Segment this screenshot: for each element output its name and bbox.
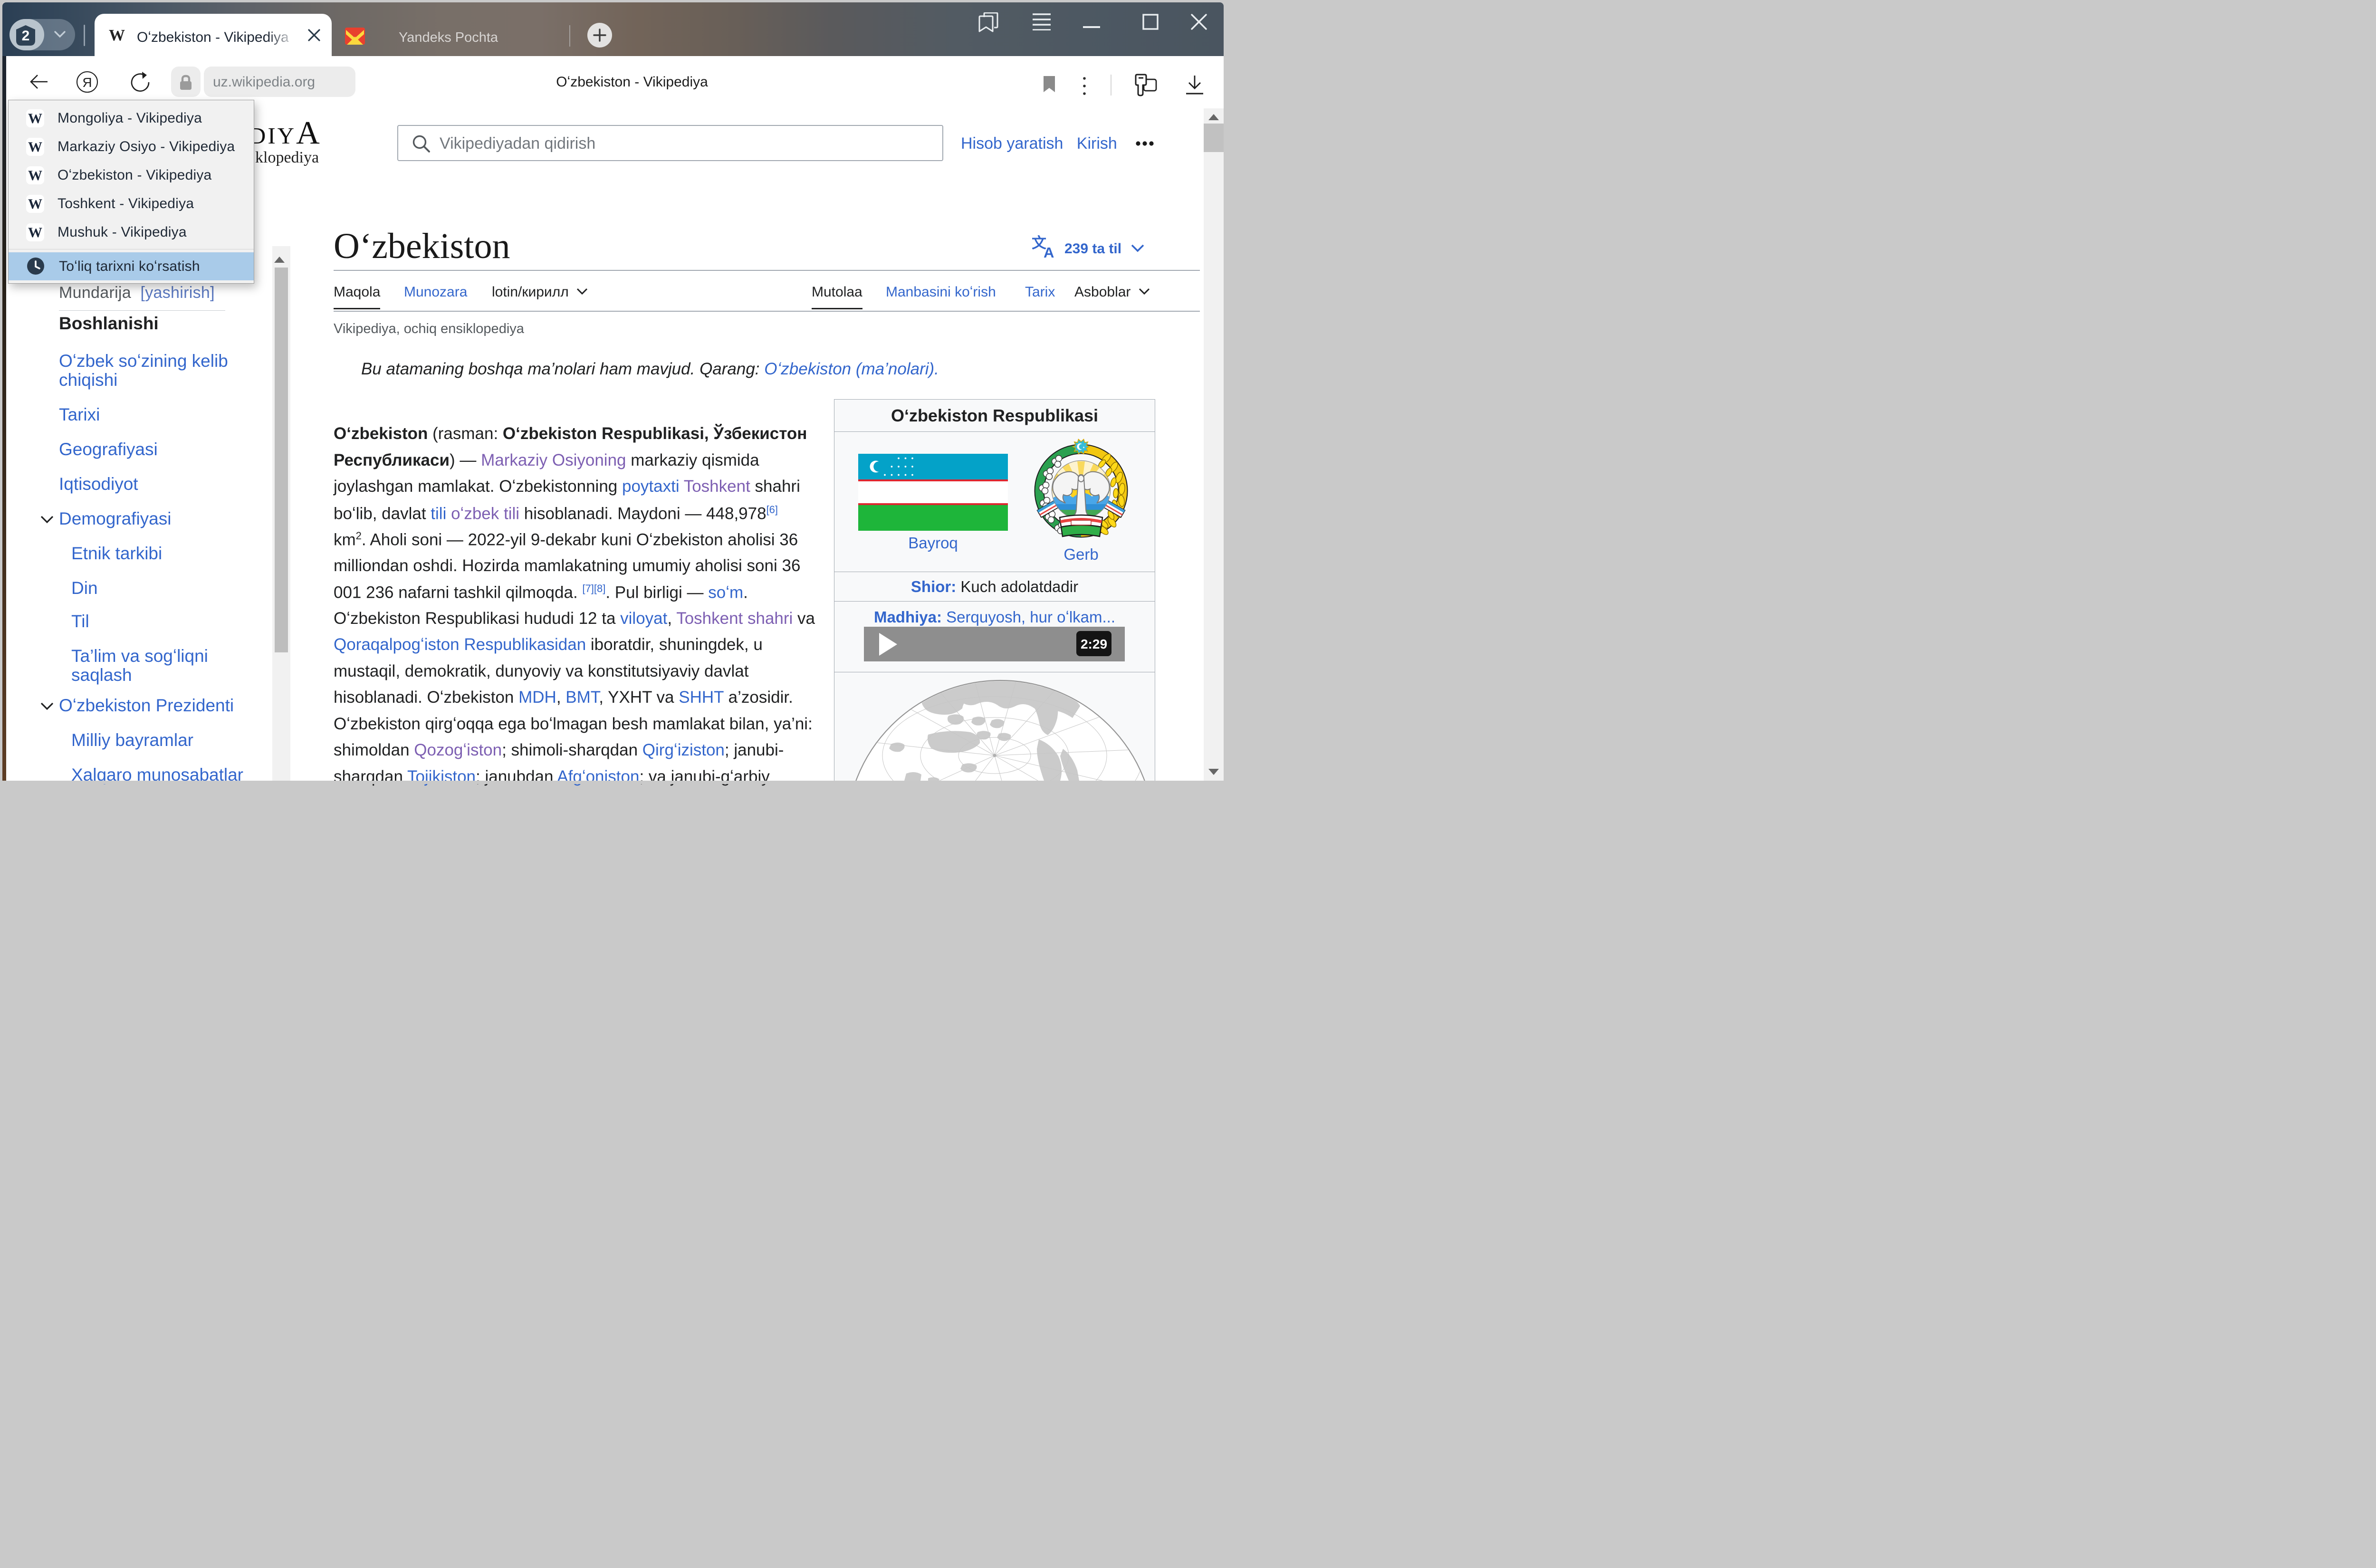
svg-text:Я: Я [82,75,92,90]
svg-text:2: 2 [22,28,30,44]
svg-text:A: A [1044,244,1054,258]
